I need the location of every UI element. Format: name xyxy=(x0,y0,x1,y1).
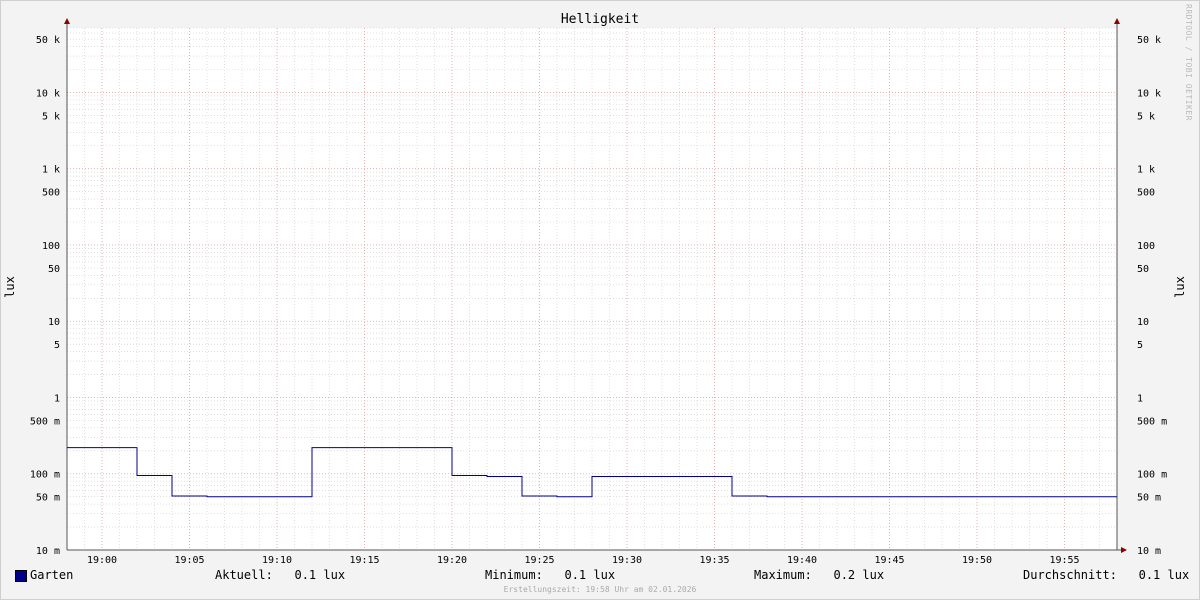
x-tick-label: 19:15 xyxy=(349,555,379,566)
y-tick-label-left: 50 m xyxy=(36,493,60,504)
x-tick-label: 19:25 xyxy=(524,555,554,566)
x-tick-label: 19:50 xyxy=(962,555,992,566)
y-tick-label-left: 10 k xyxy=(36,88,60,99)
y-tick-label-left: 10 m xyxy=(36,546,60,557)
legend-durchschnitt: Durchschnitt: 0.1 lux xyxy=(1023,568,1190,582)
legend-maximum: Maximum: 0.2 lux xyxy=(754,568,885,582)
legend-minimum: Minimum: 0.1 lux xyxy=(485,568,616,582)
y-tick-label-left: 50 k xyxy=(36,35,60,46)
x-tick-label: 19:10 xyxy=(262,555,292,566)
y-tick-label-right: 500 m xyxy=(1137,416,1167,427)
x-tick-label: 19:20 xyxy=(437,555,467,566)
x-tick-label: 19:00 xyxy=(87,555,117,566)
y-tick-label-left: 10 xyxy=(48,317,60,328)
y-tick-label-left: 50 xyxy=(48,264,60,275)
y-tick-label-right: 10 xyxy=(1137,317,1149,328)
x-tick-label: 19:35 xyxy=(699,555,729,566)
x-tick-label: 19:05 xyxy=(174,555,204,566)
y-tick-label-right: 500 xyxy=(1137,188,1155,199)
chart: 50 k 50 k 10 k 10 k 5 k 5 k 1 k 1 k 500 500 100 100… xyxy=(0,0,1200,600)
y-tick-label-left: 5 xyxy=(54,340,60,351)
legend-series-name: Garten xyxy=(30,568,74,582)
y-tick-label-right: 10 m xyxy=(1137,546,1161,557)
chart-svg: 50 k 50 k 10 k 10 k 5 k 5 k 1 k 1 k 500 500 100 100… xyxy=(0,0,1200,600)
x-tick-label: 19:30 xyxy=(612,555,642,566)
y-tick-label-right: 1 k xyxy=(1137,165,1155,176)
y-tick-label-right: 100 m xyxy=(1137,470,1167,481)
y-tick-label-right: 50 m xyxy=(1137,493,1161,504)
y-tick-label-right: 100 xyxy=(1137,241,1155,252)
legend-aktuell: Aktuell: 0.1 lux xyxy=(215,568,346,582)
y-tick-label-right: 10 k xyxy=(1137,88,1161,99)
creation-time-footer: Erstellungszeit: 19:58 Uhr am 02.01.2026 xyxy=(503,585,697,594)
x-tick-label: 19:55 xyxy=(1049,555,1079,566)
x-axis-arrow xyxy=(1121,547,1127,553)
x-tick-label: 19:40 xyxy=(787,555,817,566)
y-tick-label-left: 500 m xyxy=(30,416,60,427)
y-tick-label-right: 5 xyxy=(1137,340,1143,351)
y-tick-label-right: 1 xyxy=(1137,393,1143,404)
y-axis-label-left: lux xyxy=(3,276,17,298)
y-tick-label-right: 5 k xyxy=(1137,111,1155,122)
chart-title: Helligkeit xyxy=(561,12,639,27)
legend-swatch-garten xyxy=(15,570,27,582)
y-tick-label-right: 50 k xyxy=(1137,35,1161,46)
y-axis-right-arrow xyxy=(1114,18,1120,24)
y-tick-label-left: 500 xyxy=(42,188,60,199)
x-tick-label: 19:45 xyxy=(874,555,904,566)
y-tick-label-right: 50 xyxy=(1137,264,1149,275)
y-axis-label-right: lux xyxy=(1173,276,1187,298)
y-tick-label-left: 1 k xyxy=(42,165,60,176)
y-tick-label-left: 1 xyxy=(54,393,60,404)
y-tick-label-left: 5 k xyxy=(42,111,60,122)
y-axis-left-arrow xyxy=(64,18,70,24)
y-tick-label-left: 100 m xyxy=(30,470,60,481)
y-tick-label-left: 100 xyxy=(42,241,60,252)
legend: Garten Aktuell: 0.1 lux Minimum: 0.1 lux… xyxy=(0,566,1200,584)
watermark: RRDTOOL / TOBI OETIKER xyxy=(1184,4,1193,121)
